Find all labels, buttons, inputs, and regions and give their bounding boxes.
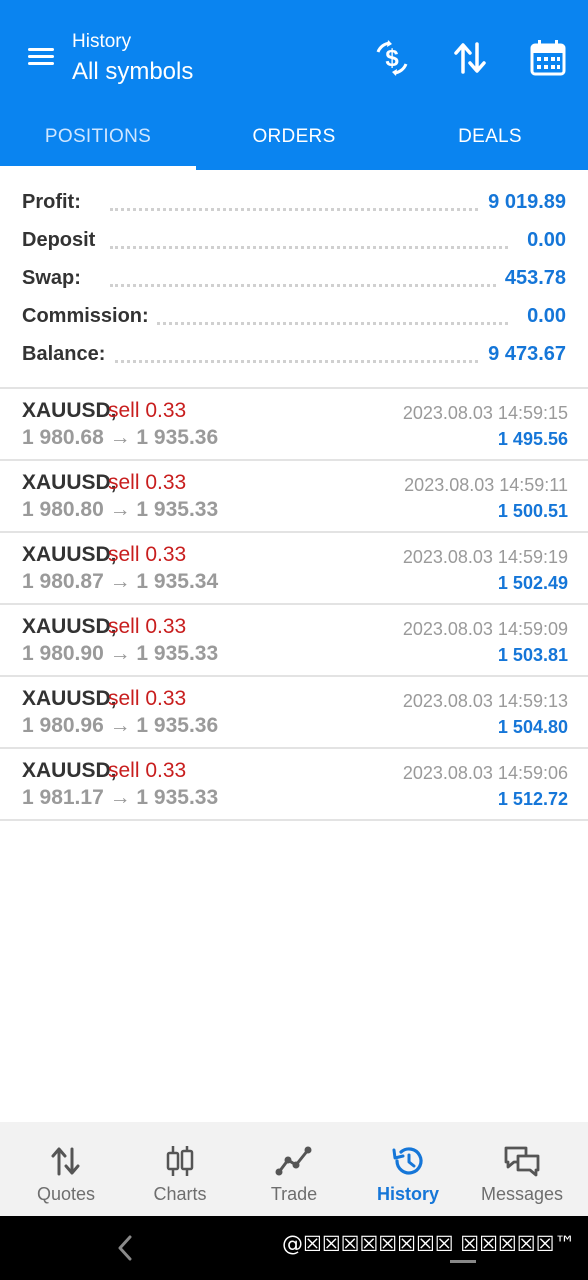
deal-side-volume: sell 0.33 [108,471,187,494]
deal-prices: 1 981.17 → 1 935.33 [22,786,219,809]
watermark-text: @☒☒☒☒☒☒☒☒ ☒☒☒☒☒™ [282,1232,576,1256]
deal-time: 2023.08.03 14:59:15 [402,403,568,423]
tab-deals[interactable]: DEALS [392,106,588,170]
nav-label: Charts [153,1184,207,1204]
dotted-leader [110,208,508,211]
summary-row-profit: Profit: 9 019.89 [0,186,588,224]
deal-side-volume: sell 0.33 [108,543,187,566]
deal-profit: 1 503.81 [497,645,568,665]
summary-label: Deposit [22,229,104,252]
tab-positions[interactable]: POSITIONS [0,106,196,170]
summary-value: 9 019.89 [480,191,566,214]
header-subtitle: History [72,31,132,52]
deal-side-volume: sell 0.33 [108,399,187,422]
deal-profit: 1 500.51 [497,501,568,521]
svg-text:$: $ [385,45,399,72]
dotted-leader [110,322,508,325]
summary-value: 0.00 [519,229,566,252]
summary-value: 453.78 [496,267,566,290]
nav-charts[interactable]: Charts [123,1122,237,1216]
deal-side-volume: sell 0.33 [108,687,187,710]
quotes-arrows-icon [46,1144,86,1178]
deal-profit: 1 495.56 [497,429,568,449]
list-item[interactable]: XAUUSD, sell 0.33 1 981.17 → 1 935.33 20… [0,749,588,821]
back-icon[interactable] [112,1234,138,1262]
sort-icon[interactable] [450,38,490,78]
dotted-leader [110,246,508,249]
app-bar: History All symbols $ POSITIONS ORDERS D… [0,0,588,170]
bottom-navigation: Quotes Charts Trade History Messages [0,1122,588,1216]
deals-list: XAUUSD, sell 0.33 1 980.68 → 1 935.36 20… [0,389,588,821]
nav-trade[interactable]: Trade [237,1122,351,1216]
nav-label: History [376,1184,439,1204]
currency-exchange-icon[interactable]: $ [372,38,412,78]
tab-bar: POSITIONS ORDERS DEALS [0,106,588,170]
nav-history[interactable]: History [351,1122,465,1216]
nav-label: Messages [480,1184,564,1204]
active-tab-indicator [0,166,196,170]
deal-side-volume: sell 0.33 [108,615,187,638]
deal-time: 2023.08.03 14:59:13 [402,691,568,711]
summary-row-swap: Swap: 453.78 [0,262,588,300]
summary-label: Swap: [22,267,89,290]
deal-profit: 1 504.80 [497,717,568,737]
summary-label: Profit: [22,191,89,214]
deal-symbol: XAUUSD, [22,399,117,422]
hamburger-menu-icon[interactable] [24,42,58,72]
list-item[interactable]: XAUUSD, sell 0.33 1 980.90 → 1 935.33 20… [0,605,588,677]
nav-label: Trade [270,1184,318,1204]
list-item[interactable]: XAUUSD, sell 0.33 1 980.96 → 1 935.36 20… [0,677,588,749]
nav-quotes[interactable]: Quotes [9,1122,123,1216]
deal-prices: 1 980.96 → 1 935.36 [22,714,219,737]
nav-messages[interactable]: Messages [465,1122,579,1216]
deal-symbol: XAUUSD, [22,687,117,710]
deal-symbol: XAUUSD, [22,543,117,566]
home-indicator[interactable] [450,1260,476,1263]
summary-value: 0.00 [519,305,566,328]
candlestick-icon [160,1144,200,1178]
deal-time: 2023.08.03 14:59:09 [402,619,568,639]
deal-profit: 1 512.72 [497,789,568,809]
deal-time: 2023.08.03 14:59:19 [402,547,568,567]
header-title[interactable]: All symbols [72,58,193,86]
trend-line-icon [274,1144,314,1178]
deal-profit: 1 502.49 [497,573,568,593]
nav-label: Quotes [36,1184,96,1204]
deal-prices: 1 980.90 → 1 935.33 [22,642,219,665]
list-item[interactable]: XAUUSD, sell 0.33 1 980.87 → 1 935.34 20… [0,533,588,605]
deal-symbol: XAUUSD, [22,759,117,782]
deal-time: 2023.08.03 14:59:06 [402,763,568,783]
dotted-leader [110,360,508,363]
deal-symbol: XAUUSD, [22,615,117,638]
account-summary: Profit: 9 019.89 Deposit 0.00 Swap: 453.… [0,186,588,376]
deal-prices: 1 980.87 → 1 935.34 [22,570,219,593]
dotted-leader [110,284,508,287]
tab-orders[interactable]: ORDERS [196,106,392,170]
deal-prices: 1 980.68 → 1 935.36 [22,426,219,449]
calendar-icon[interactable] [528,38,568,78]
summary-label: Balance: [22,343,114,366]
summary-label: Commission: [22,305,157,328]
summary-row-balance: Balance: 9 473.67 [0,338,588,376]
deal-side-volume: sell 0.33 [108,759,187,782]
chat-bubbles-icon [502,1144,542,1178]
list-item[interactable]: XAUUSD, sell 0.33 1 980.68 → 1 935.36 20… [0,389,588,461]
history-clock-icon [388,1144,428,1178]
summary-row-deposit: Deposit 0.00 [0,224,588,262]
list-item[interactable]: XAUUSD, sell 0.33 1 980.80 → 1 935.33 20… [0,461,588,533]
deal-time: 2023.08.03 14:59:11 [404,475,568,495]
summary-row-commission: Commission: 0.00 [0,300,588,338]
deal-prices: 1 980.80 → 1 935.33 [22,498,219,521]
summary-value: 9 473.67 [480,343,566,366]
deal-symbol: XAUUSD, [22,471,117,494]
system-navigation-bar: @☒☒☒☒☒☒☒☒ ☒☒☒☒☒™ [0,1216,588,1280]
